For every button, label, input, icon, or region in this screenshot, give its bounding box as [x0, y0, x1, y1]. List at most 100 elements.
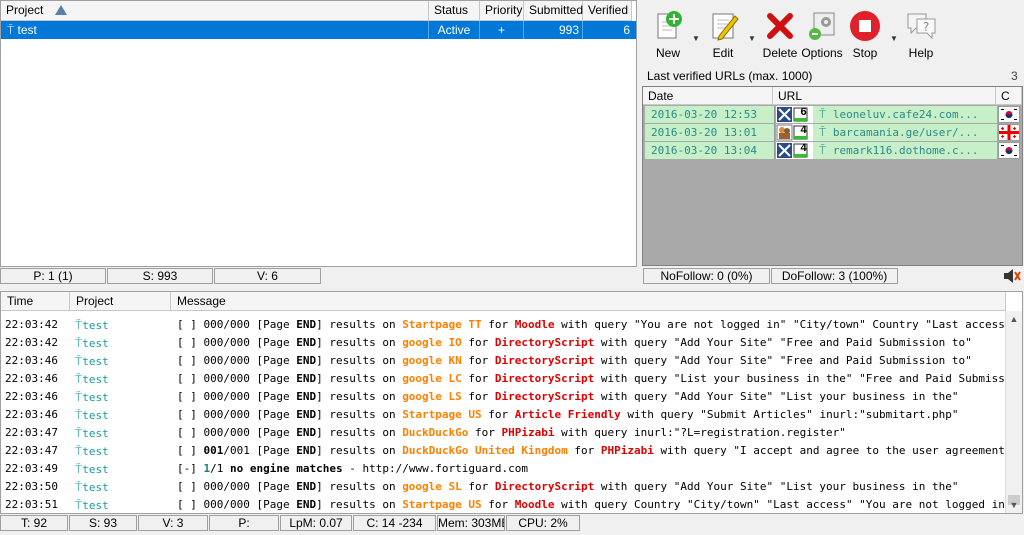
- log-message-part: [ ] 000/000 [Page: [177, 480, 297, 493]
- column-header-priority[interactable]: Priority: [480, 1, 524, 21]
- column-header-url[interactable]: URL: [773, 87, 996, 105]
- sound-muted-icon[interactable]: [1001, 268, 1021, 284]
- log-row[interactable]: 22:03:49 ⍑ test [-] 1/1 no engine matches …: [1, 460, 1006, 478]
- url-text: remark116.dothome.c...: [832, 144, 979, 157]
- url-date: 2016-03-20 12:53: [645, 106, 775, 123]
- log-message-part: [ ] 000/000 [Page: [177, 390, 297, 403]
- column-header-project[interactable]: Project: [1, 1, 429, 21]
- edit-button[interactable]: Edit: [698, 6, 748, 62]
- status-verified: V: 3: [138, 515, 208, 531]
- column-header-status[interactable]: Status: [429, 1, 480, 21]
- log-message-part: END: [296, 336, 317, 349]
- log-message-part: [ ] 000/000 [Page: [177, 498, 297, 511]
- verified-urls-table[interactable]: Date URL C 2016-03-20 12:53 6 ⍑ leoneluv…: [642, 86, 1023, 266]
- log-time: 22:03:46: [5, 354, 58, 367]
- url-link[interactable]: ⍑ leoneluv.cafe24.com...: [813, 106, 997, 123]
- column-header-label: Time: [7, 294, 34, 308]
- help-button[interactable]: ? Help: [896, 6, 946, 62]
- url-tree-icon: ⍑: [819, 125, 827, 139]
- column-header-verified[interactable]: Verified: [583, 1, 632, 21]
- log-message-part: ] results on: [316, 480, 403, 493]
- log-message-part: with query "Submit Articles" inurl:"subm…: [620, 408, 959, 421]
- status-captcha: C: 14 -234: [353, 515, 436, 531]
- log-message-part: google LC: [402, 372, 462, 385]
- log-message-part: Startpage US: [402, 498, 482, 511]
- log-row[interactable]: 22:03:50 ⍑ test[ ] 000/000 [Page END] res…: [1, 478, 1006, 496]
- log-message-part: [ ] 000/000 [Page: [177, 354, 297, 367]
- project-row-selected[interactable]: ⍑ test Active + 993 6: [1, 21, 636, 39]
- log-message-part: END: [296, 372, 317, 385]
- log-project-name: test: [82, 445, 109, 458]
- log-time: 22:03:46: [5, 408, 58, 421]
- project-verified: 6: [623, 23, 630, 37]
- column-header-country[interactable]: C: [996, 87, 1022, 105]
- log-row[interactable]: 22:03:42 ⍑ test[ ] 000/000 [Page END] res…: [1, 316, 1006, 334]
- project-table[interactable]: Project Status Priority Submitted Verifi…: [0, 0, 637, 267]
- log-row[interactable]: 22:03:47 ⍑ test[ ] 001/001 [Page END] res…: [1, 442, 1006, 460]
- verified-url-row[interactable]: 2016-03-20 13:04 4 ⍑ remark116.dothome.c…: [645, 142, 1021, 159]
- log-message-part: DuckDuckGo United Kingdom: [402, 444, 568, 457]
- pagerank-badge: 6: [800, 106, 807, 118]
- verified-url-row[interactable]: 2016-03-20 12:53 6 ⍑ leoneluv.cafe24.com…: [645, 106, 1021, 123]
- log-row[interactable]: 22:03:47 ⍑ test[ ] 000/000 [Page END] res…: [1, 424, 1006, 442]
- log-message-part: DuckDuckGo: [402, 426, 469, 439]
- log-message: [ ] 000/000 [Page END] results on google…: [171, 388, 1006, 406]
- log-project-name: test: [82, 463, 109, 476]
- log-message-part: for: [461, 336, 495, 349]
- log-message-part: ] results on: [316, 426, 403, 439]
- log-row[interactable]: 22:03:46 ⍑ test[ ] 000/000 [Page END] res…: [1, 352, 1006, 370]
- pagerank-badge: 4: [800, 124, 807, 136]
- column-header-label: Verified: [588, 3, 629, 17]
- column-header-log-project[interactable]: Project: [70, 292, 171, 311]
- scroll-up-arrow-icon[interactable]: ▲: [1006, 311, 1022, 327]
- stop-button-label: Stop: [852, 46, 878, 60]
- log-message-part: [ ]: [177, 444, 204, 457]
- log-message-part: PHPizabi: [501, 426, 555, 439]
- log-message-part: for: [481, 408, 515, 421]
- log-message-part: [ ] 000/000 [Page: [177, 336, 297, 349]
- log-message-part: [-]: [177, 462, 204, 475]
- log-project: ⍑ test: [71, 406, 169, 424]
- log-message-part: Moodle: [514, 498, 555, 511]
- log-row[interactable]: 22:03:51 ⍑ test[ ] 000/000 [Page END] res…: [1, 496, 1006, 513]
- column-header-label: Project: [76, 294, 114, 308]
- column-header-time[interactable]: Time: [1, 292, 70, 311]
- log-project: ⍑ test: [71, 316, 169, 334]
- verified-url-row[interactable]: 2016-03-20 13:01 4 ⍑ barcamania.ge/user/…: [645, 124, 1021, 141]
- log-project: ⍑ test: [71, 352, 169, 370]
- column-header-message[interactable]: Message: [171, 292, 1006, 311]
- scroll-down-arrow-icon[interactable]: ▼: [1006, 497, 1022, 513]
- url-link[interactable]: ⍑ remark116.dothome.c...: [813, 142, 997, 159]
- log-message-part: no engine matches: [230, 462, 343, 475]
- log-message-part: END: [296, 480, 317, 493]
- log-row[interactable]: 22:03:42 ⍑ test[ ] 000/000 [Page END] res…: [1, 334, 1006, 352]
- log-message: [ ] 000/000 [Page END] results on DuckDu…: [171, 424, 1006, 442]
- column-header-label: Date: [648, 89, 674, 103]
- log-message-part: /001 [Page: [223, 444, 297, 457]
- status-lpm: LpM: 0.07: [280, 515, 352, 531]
- log-row[interactable]: 22:03:46 ⍑ test[ ] 000/000 [Page END] res…: [1, 388, 1006, 406]
- log-message-part: for: [481, 498, 515, 511]
- verified-urls-count: 3: [1011, 69, 1018, 83]
- log-project: ⍑ test: [71, 478, 169, 496]
- url-link[interactable]: ⍑ barcamania.ge/user/...: [813, 124, 997, 141]
- column-header-submitted[interactable]: Submitted: [524, 1, 583, 21]
- column-header-date[interactable]: Date: [643, 87, 773, 105]
- log-project: ⍑ test: [71, 442, 169, 460]
- status-cpu: CPU: 2%: [506, 515, 580, 531]
- url-date: 2016-03-20 13:04: [645, 142, 775, 159]
- log-scrollbar[interactable]: ▲ ▼: [1005, 311, 1022, 513]
- log-row[interactable]: 22:03:46 ⍑ test[ ] 000/000 [Page END] res…: [1, 370, 1006, 388]
- log-row[interactable]: 22:03:46 ⍑ test[ ] 000/000 [Page END] res…: [1, 406, 1006, 424]
- new-button[interactable]: New: [643, 6, 693, 62]
- log-project-name: test: [82, 319, 109, 332]
- log-table[interactable]: Time Project Message 22:03:42 ⍑ test[ ] 0…: [0, 291, 1023, 514]
- stop-icon: [849, 10, 881, 42]
- column-header-label: C: [1001, 89, 1010, 103]
- new-file-icon: [652, 10, 684, 42]
- log-project-name: test: [82, 427, 109, 440]
- stop-button[interactable]: Stop: [840, 6, 890, 62]
- log-time: 22:03:49: [5, 462, 58, 475]
- log-project: ⍑ test: [71, 370, 169, 388]
- log-message-part: PHPizabi: [600, 444, 654, 457]
